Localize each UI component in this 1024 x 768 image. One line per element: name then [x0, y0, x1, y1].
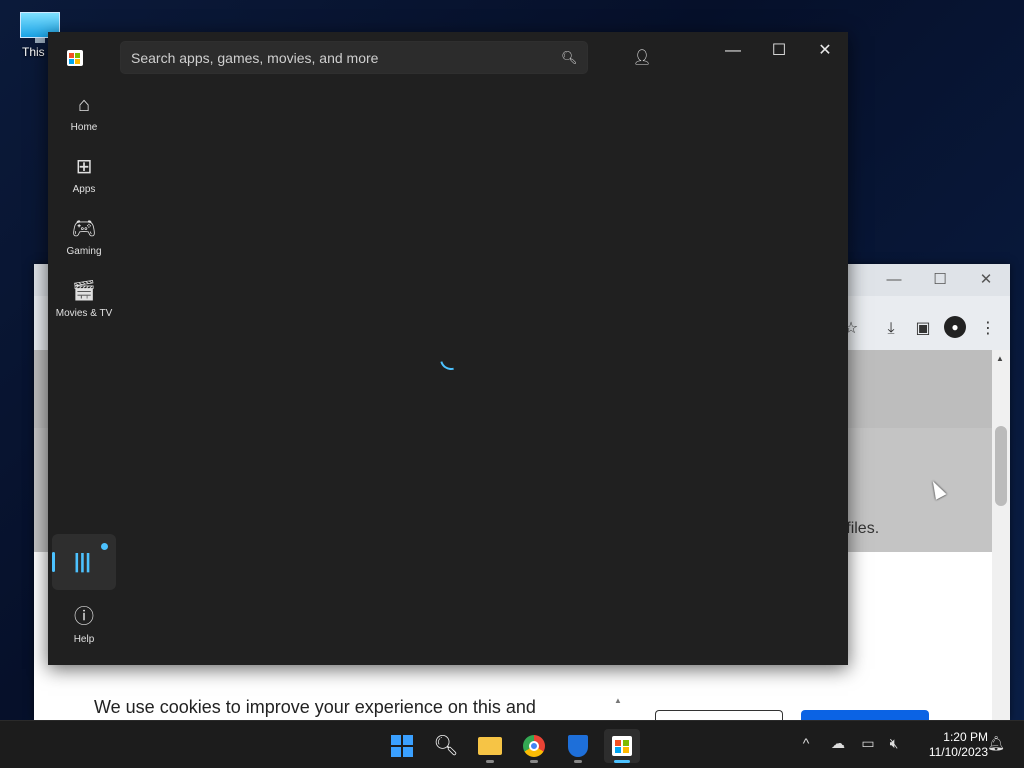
system-clock[interactable]: 1:20 PM 11/10/2023 — [912, 730, 988, 760]
store-icon — [612, 736, 632, 756]
chrome-icon — [523, 735, 545, 757]
search-icon: 🔍︎ — [433, 735, 459, 757]
menu-kebab-icon[interactable]: ⋮ — [976, 317, 1000, 341]
folder-icon — [478, 737, 502, 755]
cookie-scroll-up-icon[interactable]: ▲ — [614, 696, 626, 720]
windows-logo-icon — [391, 735, 413, 757]
loading-spinner — [435, 343, 467, 375]
library-icon: ||| — [74, 551, 91, 573]
side-panel-icon[interactable]: ▣ — [911, 317, 935, 341]
volume-muted-icon[interactable]: 🔇︎ — [884, 735, 904, 752]
taskbar-chrome[interactable] — [516, 729, 552, 763]
nav-item-apps[interactable]: ⊞ Apps — [52, 154, 116, 210]
taskbar: 🔍︎ ^ ☁ ▭ 🔇︎ 1:20 PM 11/10/2023 🔔︎ — [0, 720, 1024, 768]
nav-item-help[interactable]: ⓘ Help — [52, 604, 116, 660]
taskbar-store[interactable] — [604, 729, 640, 763]
browser-close-button[interactable]: ✕ — [966, 269, 1006, 291]
nav-item-movies-tv[interactable]: 🎬︎ Movies & TV — [52, 278, 116, 334]
nav-label-help: Help — [73, 634, 95, 645]
scrollbar-thumb[interactable] — [995, 426, 1007, 506]
nav-label-apps: Apps — [72, 184, 96, 195]
nav-item-gaming[interactable]: 🎮︎ Gaming — [52, 216, 116, 272]
nav-item-home[interactable]: ⌂ Home — [52, 92, 116, 148]
taskbar-search-button[interactable]: 🔍︎ — [428, 729, 464, 763]
shield-icon — [568, 735, 588, 757]
browser-maximize-button[interactable]: ☐ — [920, 269, 960, 291]
onedrive-offline-icon[interactable]: ☁ — [828, 735, 848, 752]
network-icon[interactable]: ▭ — [858, 735, 878, 752]
help-icon: ⓘ — [74, 606, 94, 628]
store-close-button[interactable]: ✕ — [802, 36, 848, 66]
store-search-box[interactable]: 🔍︎ — [120, 41, 588, 74]
account-icon[interactable]: 👤︎ — [628, 44, 656, 72]
cookie-primary-button[interactable] — [801, 710, 929, 720]
browser-minimize-button[interactable]: — — [874, 269, 914, 291]
cookie-banner-text: We use cookies to improve your experienc… — [94, 697, 536, 717]
nav-label-gaming: Gaming — [66, 246, 102, 257]
notification-bell-icon[interactable]: 🔔︎ — [986, 735, 1006, 752]
home-icon: ⌂ — [77, 94, 91, 116]
nav-label-movies-tv: Movies & TV — [55, 308, 113, 319]
notification-dot — [101, 543, 108, 550]
clock-time: 1:20 PM — [943, 730, 988, 744]
search-icon[interactable]: 🔍︎ — [561, 50, 578, 66]
nav-label-home: Home — [70, 122, 98, 133]
nav-item-library[interactable]: ||| — [52, 534, 116, 590]
movies-icon: 🎬︎ — [71, 280, 97, 302]
tray-chevron-up-icon[interactable]: ^ — [796, 735, 816, 751]
scroll-up-arrow-icon[interactable]: ▲ — [996, 354, 1004, 363]
apps-icon: ⊞ — [75, 156, 93, 178]
taskbar-security[interactable] — [560, 729, 596, 763]
store-search-input[interactable] — [121, 42, 551, 73]
cookie-secondary-button[interactable] — [655, 710, 783, 720]
store-maximize-button[interactable]: ☐ — [756, 36, 802, 66]
store-logo-icon — [67, 50, 83, 66]
browser-scrollbar[interactable]: ▲ — [992, 350, 1010, 720]
profile-icon[interactable]: ● — [944, 316, 966, 338]
gaming-icon: 🎮︎ — [71, 218, 97, 240]
active-indicator — [52, 552, 55, 572]
store-window: 🔍︎ 👤︎ — ☐ ✕ ⌂ Home ⊞ Apps 🎮︎ Gaming 🎬︎ M… — [48, 32, 848, 665]
clock-date: 11/10/2023 — [928, 745, 988, 759]
store-minimize-button[interactable]: — — [710, 36, 756, 66]
taskbar-file-explorer[interactable] — [472, 729, 508, 763]
download-icon[interactable]: ⤓ — [879, 317, 903, 341]
start-button[interactable] — [384, 729, 420, 763]
